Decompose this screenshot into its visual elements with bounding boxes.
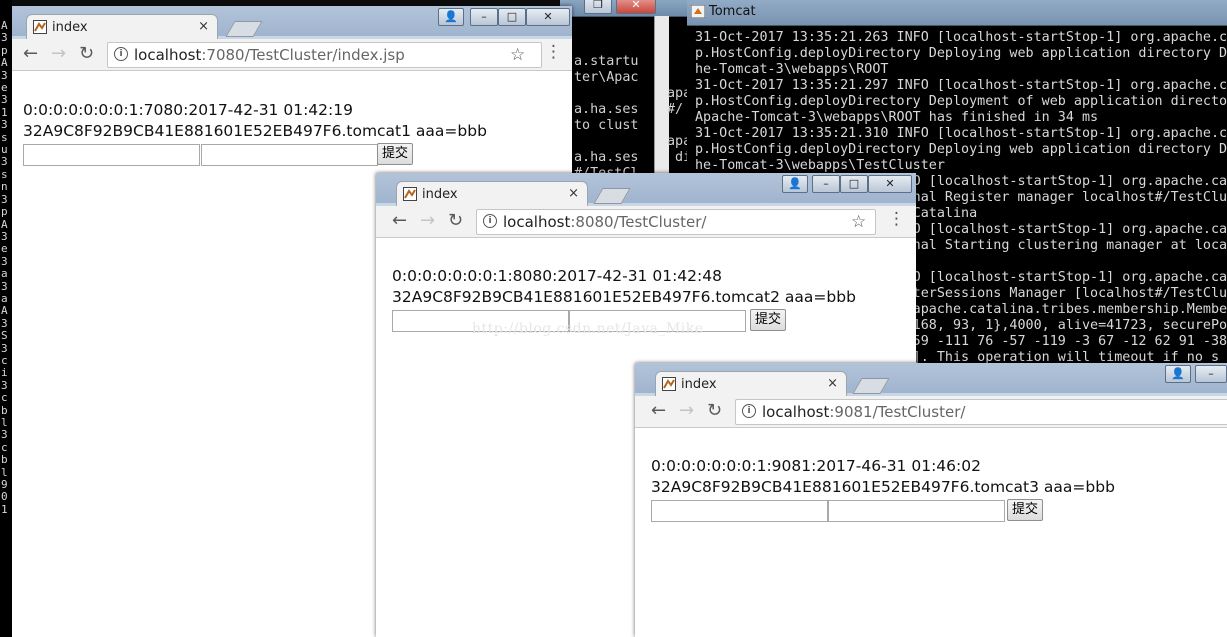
browser-3-profile-button[interactable]: 👤 — [1165, 365, 1191, 383]
address-bar[interactable]: i localhost:9081/TestCluster/ — [735, 399, 1227, 425]
left-console-text: A 3 p A 3 e 3 1 3 s u 3 s n 3 p A 3 e 3 … — [1, 19, 8, 516]
page-favicon-icon — [662, 377, 676, 391]
menu-dots-icon[interactable]: ⋮ — [545, 42, 562, 62]
address-bar[interactable]: i localhost:8080/TestCluster/ ☆ — [476, 209, 876, 235]
session-line-1: 0:0:0:0:0:0:0:1:7080:2017-42-31 01:42:19 — [23, 101, 353, 119]
browser-window-3: 👤 – index × ← → ↻ i localhost:9081/TestC… — [635, 363, 1227, 637]
tab-title: index — [52, 20, 88, 35]
bookmark-star-icon[interactable]: ☆ — [510, 45, 525, 65]
back-arrow-icon[interactable]: ← — [651, 400, 666, 422]
browser-3-minimize-button[interactable]: – — [1195, 365, 1227, 383]
tab-title: index — [681, 377, 717, 392]
session-line-2: 32A9C8F92B9CB41E881601E52EB497F6.tomcat1… — [23, 122, 487, 140]
name-input[interactable] — [651, 500, 828, 522]
session-line-2: 32A9C8F92B9CB41E881601E52EB497F6.tomcat2… — [392, 288, 856, 306]
tomcat-logo-icon — [691, 5, 705, 18]
info-icon[interactable]: i — [483, 214, 497, 228]
tab-close-icon[interactable]: × — [827, 376, 838, 391]
info-icon[interactable]: i — [742, 404, 756, 418]
submit-button[interactable]: 提交 — [750, 309, 787, 331]
address-bar[interactable]: i localhost:7080/TestCluster/index.jsp ☆ — [107, 42, 542, 68]
browser-1-close-button[interactable]: ✕ — [526, 8, 570, 26]
forward-arrow-icon[interactable]: → — [51, 43, 66, 65]
browser-2-maximize-button[interactable]: □ — [840, 175, 868, 193]
left-console: A 3 p A 3 e 3 1 3 s u 3 s n 3 p A 3 e 3 … — [0, 0, 12, 637]
tomcat-console-titlebar: Tomcat — [687, 0, 1227, 26]
back-arrow-icon[interactable]: ← — [23, 43, 38, 65]
back-arrow-icon[interactable]: ← — [392, 210, 407, 232]
bookmark-star-icon[interactable]: ☆ — [851, 212, 866, 232]
session-line-1: 0:0:0:0:0:0:0:1:8080:2017-42-31 01:42:48 — [392, 267, 722, 285]
name-input[interactable] — [23, 144, 200, 166]
url-text: localhost:8080/TestCluster/ — [503, 213, 707, 231]
submit-button[interactable]: 提交 — [1007, 499, 1044, 521]
value-input[interactable] — [201, 144, 378, 166]
tab-close-icon[interactable]: × — [198, 19, 209, 34]
menu-dots-icon[interactable]: ⋮ — [888, 209, 905, 229]
watermark: http://blog.csdn.net/Java_Mike — [472, 321, 704, 337]
middle-console-restore-button[interactable]: ❐ — [584, 0, 612, 14]
page-favicon-icon — [403, 187, 417, 201]
info-icon[interactable]: i — [114, 47, 128, 61]
browser-1-tab[interactable]: index × — [26, 14, 218, 40]
browser-2-profile-button[interactable]: 👤 — [782, 175, 808, 193]
reload-icon[interactable]: ↻ — [448, 210, 463, 232]
browser-2-close-button[interactable]: ✕ — [868, 175, 912, 193]
browser-3-tab[interactable]: index × — [655, 371, 847, 397]
browser-1-minimize-button[interactable]: – — [470, 8, 498, 26]
middle-console-side-text: apa #/ apa di — [667, 86, 687, 165]
middle-console-close-button[interactable]: ✕ — [616, 0, 656, 14]
page-favicon-icon — [33, 20, 47, 34]
forward-arrow-icon[interactable]: → — [679, 400, 694, 422]
submit-button[interactable]: 提交 — [377, 143, 414, 165]
tomcat-console-title: Tomcat — [709, 4, 756, 19]
forward-arrow-icon[interactable]: → — [420, 210, 435, 232]
tab-title: index — [422, 187, 458, 202]
browser-2-minimize-button[interactable]: – — [812, 175, 840, 193]
middle-console-window: ❐ ✕ a.startu ter\Apac a.ha.ses to clust … — [560, 0, 687, 180]
session-line-1: 0:0:0:0:0:0:0:1:9081:2017-46-31 01:46:02 — [651, 457, 981, 475]
browser-3-content: 0:0:0:0:0:0:0:1:9081:2017-46-31 01:46:02… — [635, 428, 1227, 637]
reload-icon[interactable]: ↻ — [79, 43, 94, 65]
browser-1-maximize-button[interactable]: □ — [498, 8, 526, 26]
browser-1-profile-button[interactable]: 👤 — [438, 8, 464, 26]
browser-2-tab[interactable]: index × — [396, 181, 588, 207]
reload-icon[interactable]: ↻ — [707, 400, 722, 422]
url-text: localhost:7080/TestCluster/index.jsp — [134, 46, 405, 64]
session-line-2: 32A9C8F92B9CB41E881601E52EB497F6.tomcat3… — [651, 478, 1115, 496]
middle-console-text: a.startu ter\Apac a.ha.ses to clust a.ha… — [574, 54, 639, 180]
browser-3-toolbar: ← → ↻ i localhost:9081/TestCluster/ — [635, 396, 1227, 428]
url-text: localhost:9081/TestCluster/ — [762, 403, 966, 421]
value-input[interactable] — [828, 500, 1005, 522]
browser-1-toolbar: ← → ↻ i localhost:7080/TestCluster/index… — [12, 39, 572, 71]
browser-2-toolbar: ← → ↻ i localhost:8080/TestCluster/ ☆ ⋮ — [376, 206, 916, 238]
tab-close-icon[interactable]: × — [568, 186, 579, 201]
